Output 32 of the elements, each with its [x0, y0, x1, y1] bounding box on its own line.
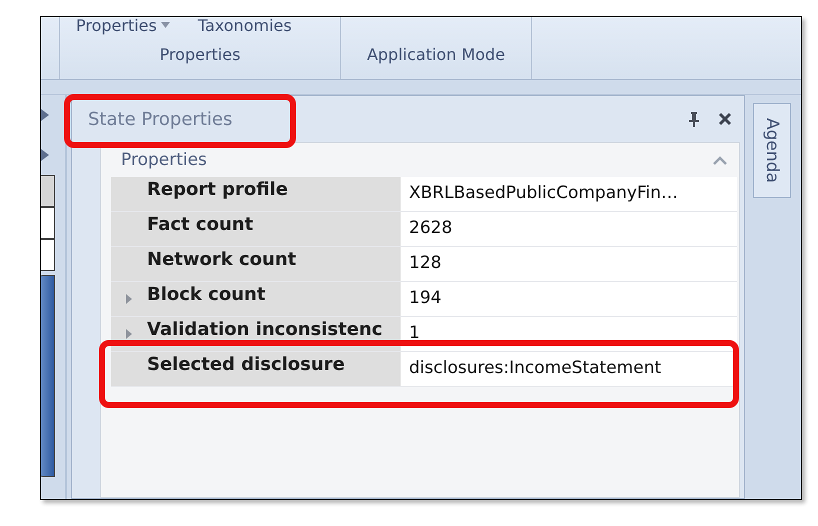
- group-label: Properties: [160, 45, 240, 64]
- side-button[interactable]: [41, 275, 55, 477]
- property-row[interactable]: Fact count 2628: [111, 212, 737, 247]
- expand-arrow-icon[interactable]: [126, 294, 132, 304]
- grid-cell: [41, 175, 55, 207]
- property-row[interactable]: Network count 128: [111, 247, 737, 282]
- property-value[interactable]: 194: [401, 282, 737, 316]
- property-row[interactable]: Block count 194: [111, 282, 737, 317]
- category-label: Properties: [121, 150, 207, 170]
- property-name: Fact count: [147, 212, 401, 246]
- dropdown-icon: [160, 22, 170, 28]
- property-name: Selected disclosure: [147, 352, 401, 386]
- grid-cell: [41, 239, 55, 271]
- property-value[interactable]: XBRLBasedPublicCompanyFin…: [401, 177, 737, 211]
- property-name: Block count: [147, 282, 401, 316]
- property-value[interactable]: 2628: [401, 212, 737, 246]
- property-name: Network count: [147, 247, 401, 281]
- group-label: Application Mode: [366, 45, 506, 64]
- expand-arrow-icon[interactable]: [41, 109, 49, 121]
- side-tab[interactable]: Agenda: [753, 103, 791, 198]
- collapse-chevron-icon[interactable]: [713, 156, 727, 164]
- ribbon-tab[interactable]: Properties: [76, 17, 170, 34]
- pin-icon[interactable]: [688, 111, 700, 127]
- grid-cell: [41, 207, 55, 239]
- panel-title: State Properties: [88, 108, 232, 130]
- property-value[interactable]: 128: [401, 247, 737, 281]
- expand-arrow-icon[interactable]: [126, 329, 132, 339]
- property-row[interactable]: Report profile XBRLBasedPublicCompanyFin…: [111, 177, 737, 212]
- expand-arrow-icon[interactable]: [41, 149, 49, 161]
- close-icon[interactable]: [718, 112, 732, 126]
- property-name: Report profile: [147, 177, 401, 211]
- ribbon-tab[interactable]: Taxonomies: [198, 17, 292, 34]
